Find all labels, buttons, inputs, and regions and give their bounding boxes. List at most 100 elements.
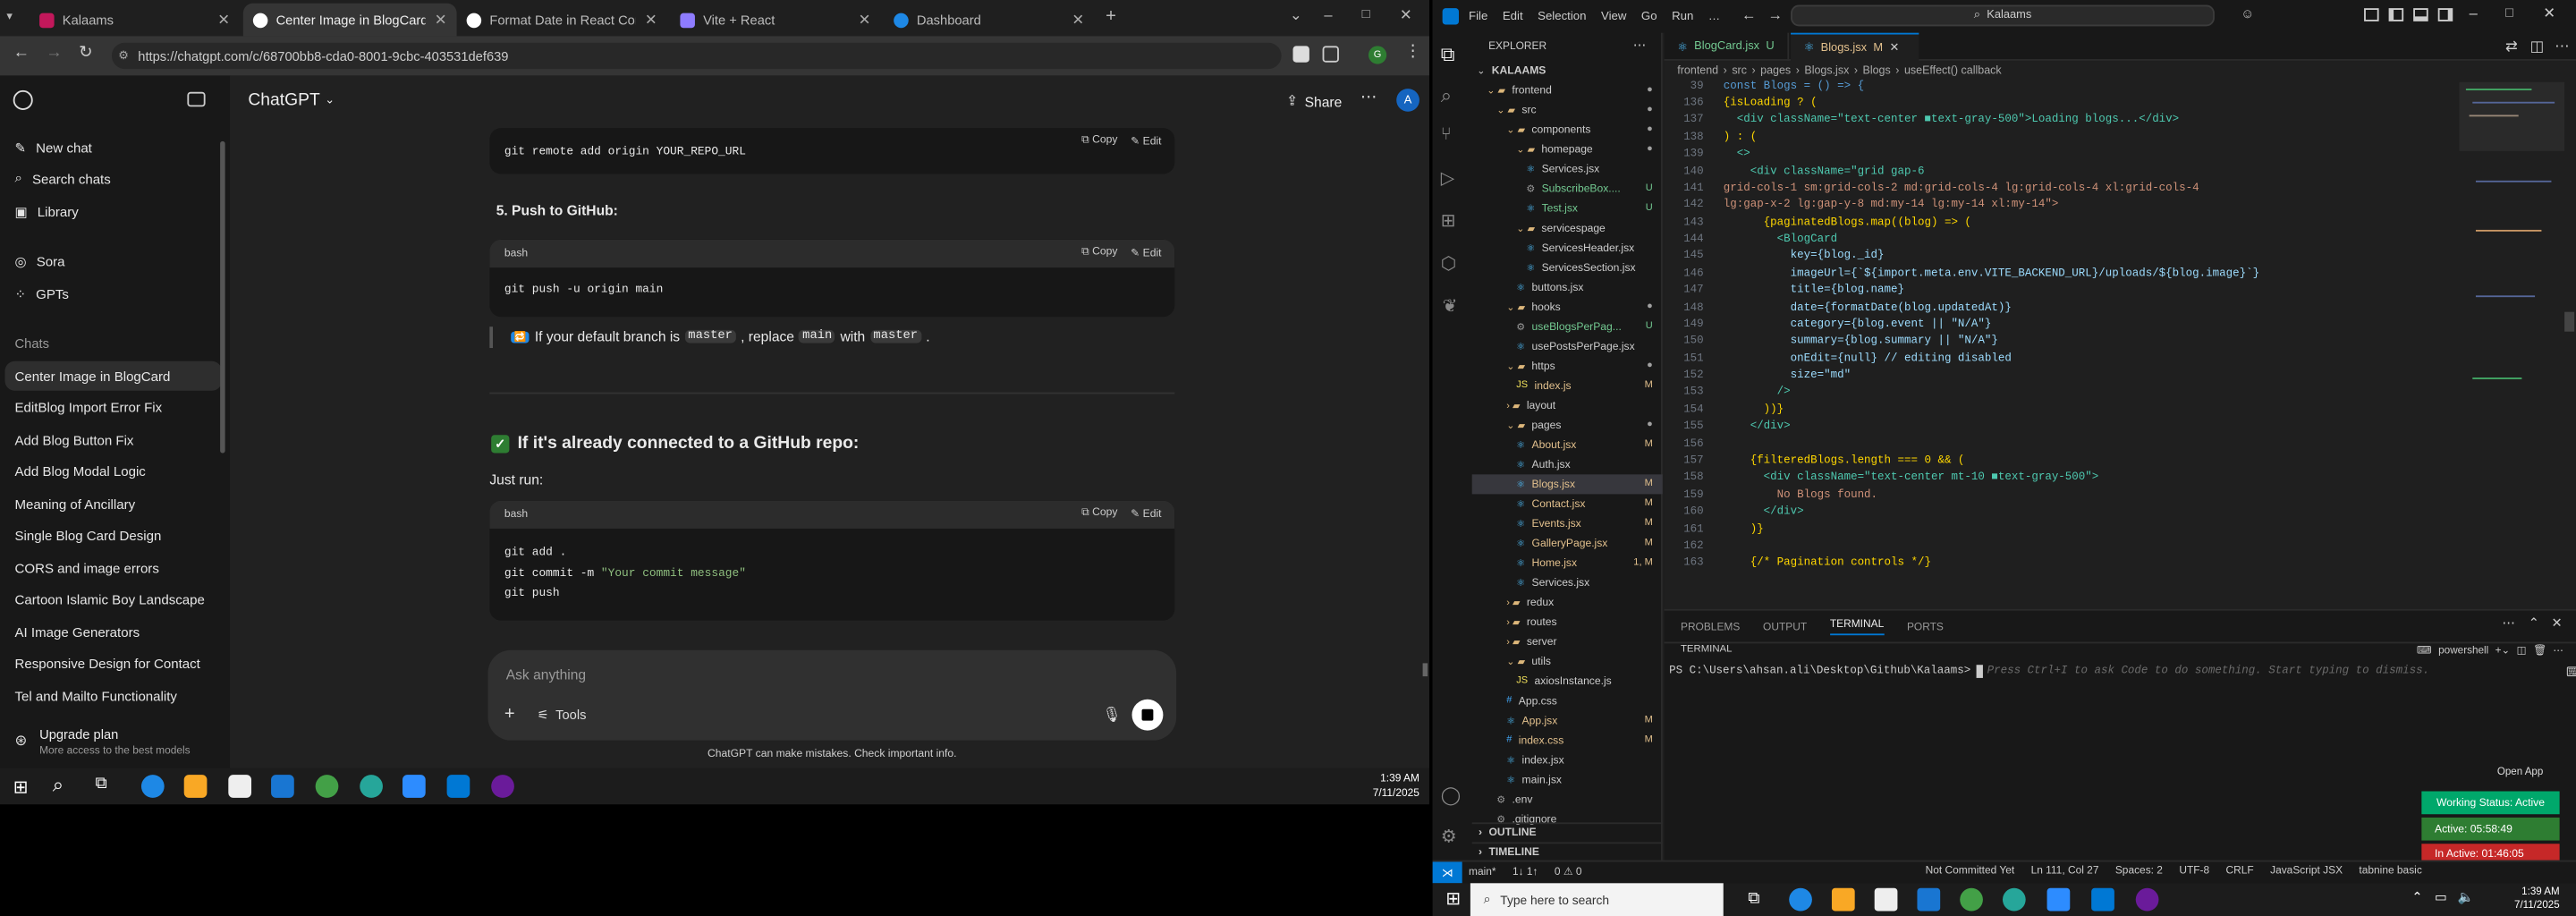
accounts-icon[interactable]: ◯ bbox=[1441, 785, 1462, 806]
windows-start-icon[interactable]: ⊞ bbox=[13, 776, 29, 798]
folder-item[interactable]: ⌄ KALAAMS bbox=[1472, 61, 1663, 81]
browser-menu-icon[interactable]: ⋮ bbox=[1404, 43, 1420, 61]
file-item[interactable]: ⚛ main.jsx bbox=[1472, 770, 1663, 790]
close-icon[interactable]: ✕ bbox=[859, 11, 871, 29]
code-line[interactable]: No Blogs found. bbox=[1724, 488, 1877, 502]
extension-icon[interactable] bbox=[1292, 46, 1309, 63]
file-item[interactable]: ⚙ .env bbox=[1472, 790, 1663, 810]
close-window-icon[interactable]: ✕ bbox=[2543, 5, 2555, 23]
toggle-secondary-sidebar-icon[interactable] bbox=[2437, 8, 2453, 21]
folder-item[interactable]: ⌄ ▰ homepage ● bbox=[1472, 140, 1663, 159]
minimize-icon[interactable]: – bbox=[1324, 6, 1332, 22]
new-terminal-icon[interactable]: +⌄ bbox=[2496, 643, 2511, 657]
tab-menu-icon[interactable]: ▾ bbox=[6, 10, 12, 23]
prompt-input[interactable]: Ask anything bbox=[506, 666, 586, 683]
profile-avatar-icon[interactable]: G bbox=[1368, 46, 1387, 64]
tray-chevron-icon[interactable]: ⌃ bbox=[2411, 890, 2422, 905]
folder-item[interactable]: ⌄ ▰ components ● bbox=[1472, 120, 1663, 140]
sidebar-panel-icon[interactable] bbox=[1322, 46, 1339, 63]
taskbar-search-box[interactable]: ⌕ Type here to search bbox=[1470, 883, 1724, 916]
code-line[interactable]: summary={blog.summary || "N/A"} bbox=[1724, 335, 1998, 349]
copilot-icon[interactable]: ☺ bbox=[2241, 6, 2254, 21]
remote-explorer-icon[interactable]: ⬡ bbox=[1441, 253, 1457, 274]
outlook-icon[interactable] bbox=[1917, 887, 1941, 912]
edge-icon[interactable] bbox=[1789, 887, 1812, 912]
split-editor-icon[interactable]: ◫ bbox=[2530, 38, 2545, 55]
breadcrumb-item[interactable]: Blogs.jsx bbox=[1804, 65, 1849, 77]
timeline-section[interactable]: › TIMELINE bbox=[1471, 842, 1663, 861]
code-line[interactable]: category={blog.event || "N/A"} bbox=[1724, 318, 1992, 332]
vscode-taskbar-icon[interactable] bbox=[2091, 887, 2114, 912]
clock[interactable]: 1:39 AM 7/11/2025 bbox=[1327, 773, 1419, 799]
close-icon[interactable]: ✕ bbox=[217, 11, 230, 29]
file-item[interactable]: ⚛ Auth.jsx bbox=[1472, 454, 1663, 474]
chat-history-item[interactable]: Meaning of Ancillary bbox=[0, 489, 216, 519]
chat-scrollbar-thumb[interactable] bbox=[1422, 663, 1428, 677]
source-control-icon[interactable]: ⑂ bbox=[1441, 124, 1452, 144]
attach-plus-icon[interactable]: + bbox=[504, 704, 515, 724]
editor-scrollbar-thumb[interactable] bbox=[2564, 311, 2575, 332]
code-line[interactable]: ) : ( bbox=[1724, 131, 1757, 144]
code-line[interactable]: </div> bbox=[1724, 420, 1791, 434]
maximize-icon[interactable]: □ bbox=[2505, 5, 2513, 21]
site-info-icon[interactable]: ⚙ bbox=[118, 49, 129, 63]
file-item[interactable]: ⚛ buttons.jsx bbox=[1472, 277, 1663, 297]
menu-item[interactable]: Go bbox=[1641, 8, 1657, 23]
file-item[interactable]: ⚛ Test.jsx U bbox=[1472, 199, 1663, 218]
outline-section[interactable]: › OUTLINE bbox=[1471, 822, 1663, 842]
mongodb-icon[interactable]: ❦ bbox=[1443, 295, 1458, 317]
chat-history-item[interactable]: Single Blog Card Design bbox=[0, 522, 216, 551]
github-desktop-icon[interactable] bbox=[2135, 887, 2159, 912]
file-item[interactable]: ⚛ ServicesSection.jsx bbox=[1472, 258, 1663, 277]
folder-item[interactable]: ⌄ ▰ pages ● bbox=[1472, 415, 1663, 435]
folder-item[interactable]: › ▰ layout bbox=[1472, 395, 1663, 415]
folder-item[interactable]: › ▰ routes bbox=[1472, 613, 1663, 632]
close-icon[interactable]: ✕ bbox=[1072, 11, 1084, 29]
chat-history-item[interactable]: Responsive Design for Contact bbox=[0, 649, 216, 679]
code-line[interactable]: ))} bbox=[1724, 403, 1784, 417]
panel-tab[interactable]: PORTS bbox=[1907, 622, 1944, 633]
microphone-icon[interactable]: 🎙 bbox=[1102, 706, 1121, 724]
remote-icon[interactable]: ⋊ bbox=[1432, 861, 1462, 884]
run-debug-icon[interactable]: ▷ bbox=[1441, 167, 1455, 189]
folder-item[interactable]: ⌄ ▰ https ● bbox=[1472, 356, 1663, 376]
model-switcher[interactable]: ChatGPT ⌄ bbox=[248, 90, 335, 110]
breadcrumb-item[interactable]: useEffect() callback bbox=[1904, 65, 2002, 77]
file-item[interactable]: JS index.js M bbox=[1472, 376, 1663, 395]
share-button[interactable]: ⇪ Share bbox=[1286, 92, 1342, 110]
code-line[interactable]: <div className="text-center ■text-gray-5… bbox=[1724, 114, 2179, 127]
url-field[interactable]: ⚙ https://chatgpt.com/c/68700bb8-cda0-800… bbox=[111, 42, 1282, 70]
layout-icon[interactable] bbox=[2364, 8, 2379, 21]
code-line[interactable]: <div className="text-center mt-10 ■text-… bbox=[1724, 471, 2099, 485]
file-item[interactable]: ⚙ SubscribeBox.... U bbox=[1472, 179, 1663, 199]
browser-tab[interactable]: Vite + React ✕ bbox=[670, 4, 880, 37]
user-avatar[interactable]: A bbox=[1396, 89, 1419, 112]
encoding[interactable]: UTF-8 bbox=[2179, 865, 2209, 877]
compare-icon[interactable]: ⇄ bbox=[2505, 38, 2518, 55]
menu-item[interactable]: File bbox=[1469, 8, 1487, 23]
explorer-icon[interactable]: ⧉ bbox=[1441, 43, 1455, 68]
command-center-search[interactable]: ⌕ Kalaams bbox=[1791, 4, 2215, 27]
breadcrumb-item[interactable]: pages bbox=[1760, 65, 1791, 77]
split-terminal-icon[interactable]: ◫ bbox=[2517, 643, 2527, 657]
gpts-button[interactable]: ⁘ GPTs bbox=[0, 279, 216, 309]
code-line[interactable]: size="md" bbox=[1724, 369, 1851, 383]
task-view-icon[interactable]: ⧉ bbox=[1748, 890, 1759, 908]
editor-tab[interactable]: ⚛ BlogCard.jsx U bbox=[1665, 32, 1790, 61]
sidebar-scrollbar[interactable] bbox=[220, 140, 225, 454]
clock[interactable]: 1:39 AM 7/11/2025 bbox=[2468, 886, 2560, 912]
file-item[interactable]: ⚛ usePostsPerPage.jsx bbox=[1472, 336, 1663, 356]
browser-tab-active[interactable]: Center Image in BlogCard ✕ bbox=[242, 3, 457, 37]
folder-item[interactable]: ⌄ ▰ servicespage bbox=[1472, 218, 1663, 238]
new-chat-button[interactable]: ✎ New chat bbox=[0, 133, 216, 163]
zoom-icon[interactable] bbox=[2046, 887, 2071, 912]
stop-button[interactable] bbox=[1131, 699, 1164, 731]
git-sync[interactable]: 1↓ 1↑ bbox=[1513, 866, 1538, 878]
code-line[interactable]: <div className="grid gap-6 bbox=[1724, 165, 1925, 178]
copy-button[interactable]: ⧉ Copy bbox=[1081, 246, 1117, 259]
task-view-icon[interactable]: ⧉ bbox=[96, 775, 107, 793]
menu-item[interactable]: … bbox=[1708, 8, 1720, 23]
code-line[interactable]: {paginatedBlogs.map((blog) => ( bbox=[1724, 216, 1971, 230]
edit-button[interactable]: ✎ Edit bbox=[1131, 246, 1161, 259]
app-icon[interactable] bbox=[2002, 887, 2026, 912]
